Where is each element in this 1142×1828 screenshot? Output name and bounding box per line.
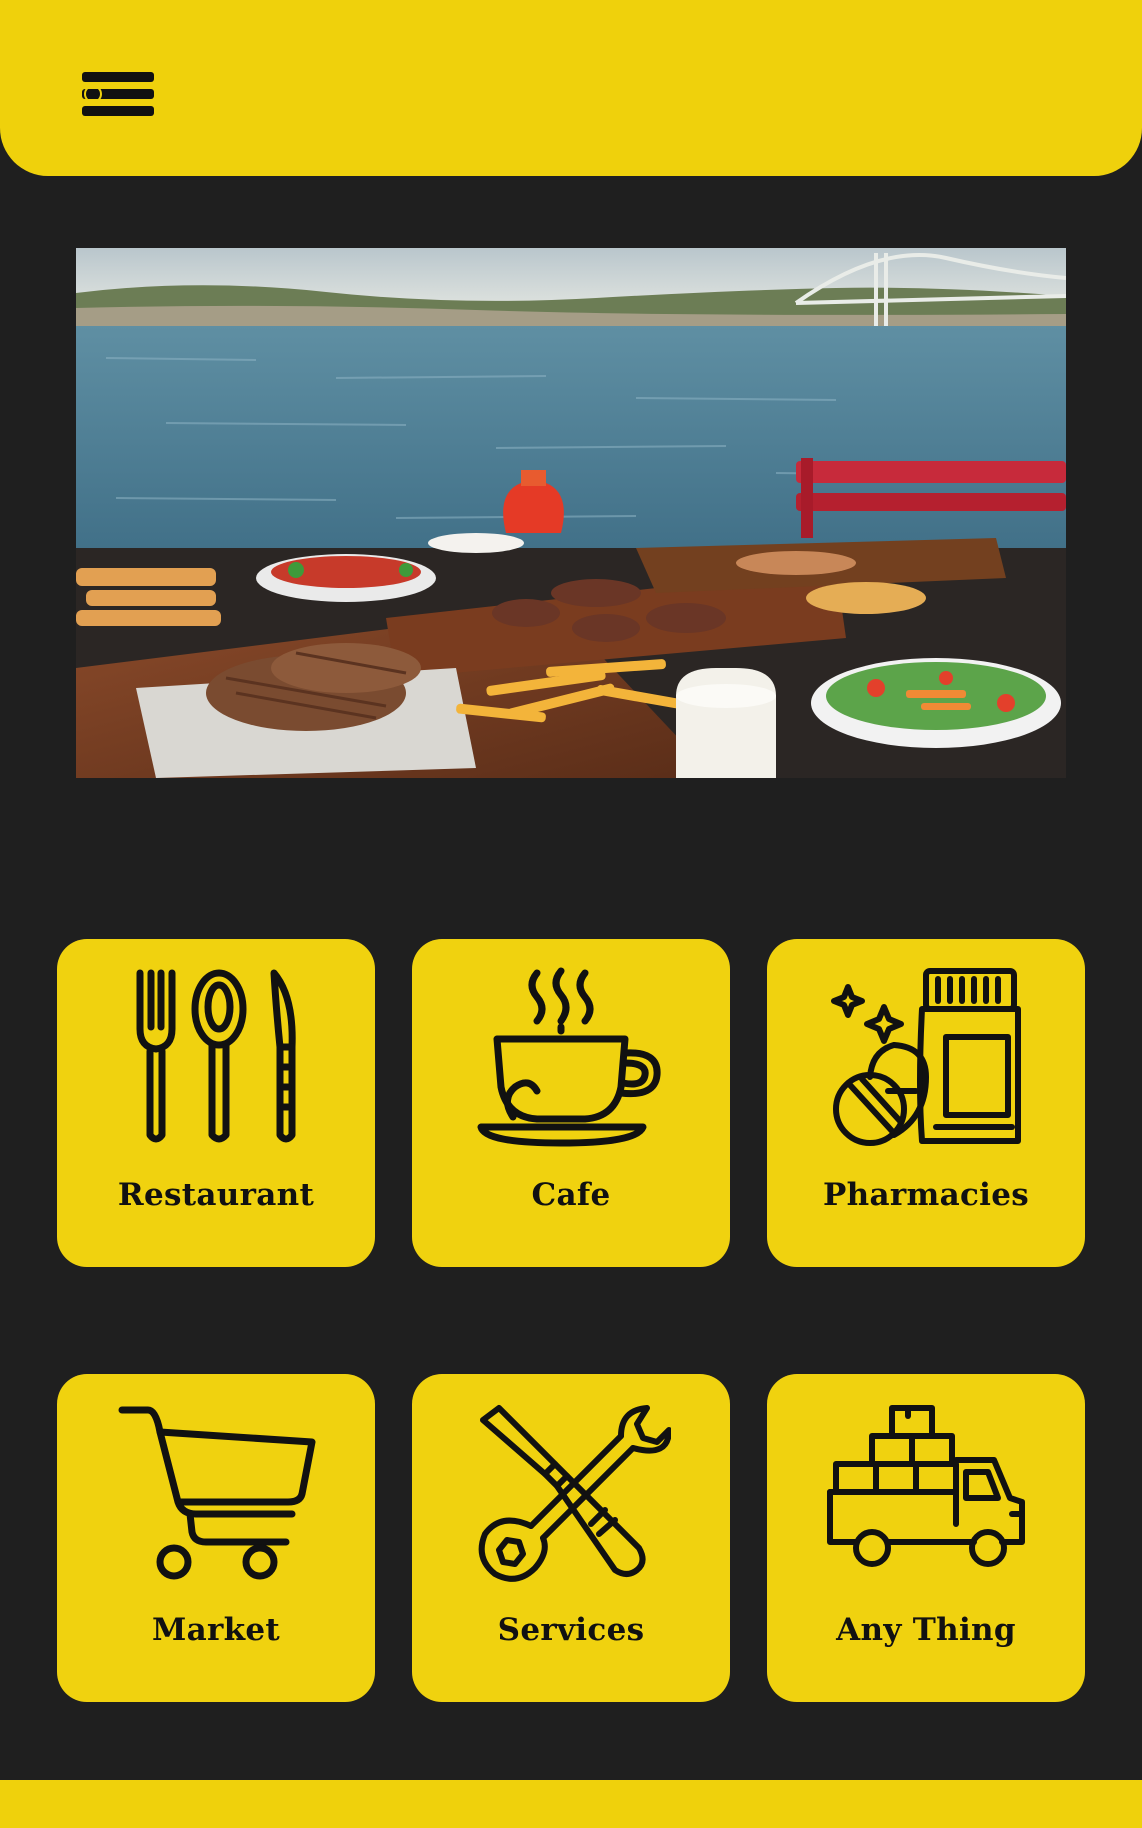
category-label: Market (151, 1612, 281, 1648)
category-tile-cafe[interactable]: Cafe (412, 939, 730, 1267)
category-label: Pharmacies (823, 1177, 1029, 1213)
category-tile-services[interactable]: Services (412, 1374, 730, 1702)
app-header (0, 0, 1142, 176)
delivery-truck-icon (826, 1402, 1026, 1582)
category-tile-pharmacies[interactable]: Pharmacies (767, 939, 1085, 1267)
coffee-cup-icon (471, 967, 671, 1147)
wrench-screwdriver-icon (471, 1402, 671, 1582)
medicine-bottle-icon (826, 967, 1026, 1147)
menu-button[interactable] (80, 70, 156, 118)
category-label: Services (497, 1612, 645, 1648)
category-label: Any Thing (836, 1612, 1016, 1648)
hero-banner-image (76, 248, 1066, 778)
shopping-cart-icon (116, 1402, 316, 1582)
hamburger-menu-icon (82, 72, 154, 116)
category-tile-market[interactable]: Market (57, 1374, 375, 1702)
category-tile-any-thing[interactable]: Any Thing (767, 1374, 1085, 1702)
bottom-bar (0, 1780, 1142, 1828)
category-label: Cafe (531, 1177, 611, 1213)
fork-spoon-knife-icon (116, 967, 316, 1147)
category-label: Restaurant (117, 1177, 315, 1213)
category-tile-restaurant[interactable]: Restaurant (57, 939, 375, 1267)
